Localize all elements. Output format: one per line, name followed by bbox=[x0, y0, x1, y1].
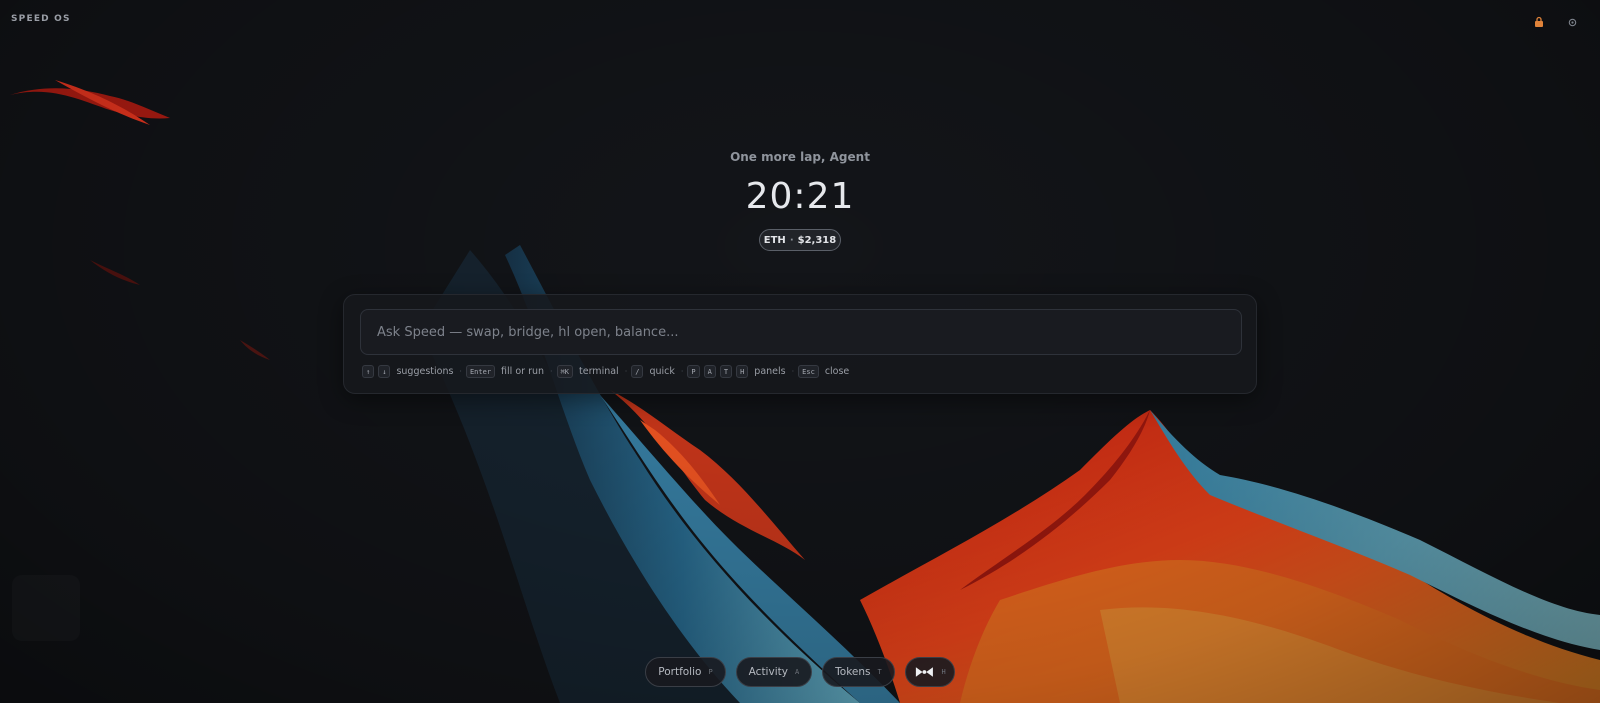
dock-tokens-label: Tokens bbox=[835, 666, 871, 678]
command-palette: Ask Speed — swap, bridge, hl open, balan… bbox=[343, 294, 1257, 394]
hint-separator: · bbox=[680, 367, 684, 376]
key-down: ↓ bbox=[378, 365, 391, 378]
hint-separator: · bbox=[550, 367, 553, 376]
dock-logo-key: H bbox=[941, 668, 946, 676]
hint-panels: panels bbox=[754, 366, 786, 377]
command-input-placeholder: Ask Speed — swap, bridge, hl open, balan… bbox=[377, 324, 679, 340]
keyboard-hints: ↑ ↓ suggestions · Enter fill or run · ⌘K… bbox=[362, 365, 851, 378]
dock-activity-key: A bbox=[794, 668, 800, 676]
dock-activity-button[interactable]: Activity A bbox=[735, 657, 813, 687]
dock-portfolio-key: P bbox=[708, 668, 713, 676]
gear-icon[interactable] bbox=[1567, 13, 1578, 32]
price-value: $2,318 bbox=[797, 234, 837, 246]
key-esc: Esc bbox=[798, 365, 819, 378]
key-h: H bbox=[736, 365, 749, 378]
dock-tokens-button[interactable]: Tokens T bbox=[822, 657, 895, 687]
hint-fill-or-run: fill or run bbox=[501, 366, 545, 377]
key-slash: / bbox=[631, 365, 644, 378]
brand-logo-text: SPEED OS bbox=[11, 14, 71, 24]
key-enter: Enter bbox=[465, 365, 496, 378]
lock-icon[interactable] bbox=[1533, 13, 1545, 32]
desktop-widget-placeholder bbox=[12, 575, 80, 641]
command-input[interactable]: Ask Speed — swap, bridge, hl open, balan… bbox=[360, 309, 1242, 355]
hint-quick: quick bbox=[649, 366, 675, 377]
speed-logo-icon bbox=[915, 667, 933, 677]
key-up: ↑ bbox=[362, 365, 375, 378]
eth-price-badge[interactable]: ETH · $2,318 bbox=[759, 229, 841, 251]
dock-portfolio-label: Portfolio bbox=[658, 666, 702, 678]
hint-separator: · bbox=[459, 367, 462, 376]
greeting-text: One more lap, Agent bbox=[730, 150, 870, 164]
bottom-dock: Portfolio P Activity A Tokens T H bbox=[0, 657, 1600, 687]
dock-tokens-key: T bbox=[877, 668, 882, 676]
dock-portfolio-button[interactable]: Portfolio P bbox=[645, 657, 726, 687]
price-separator: · bbox=[789, 234, 794, 246]
price-symbol: ETH bbox=[763, 234, 786, 246]
key-a: A bbox=[703, 365, 716, 378]
hint-terminal: terminal bbox=[579, 366, 619, 377]
desktop: SPEED OS One more lap, Agent 20:21 ETH ·… bbox=[0, 0, 1600, 703]
key-p: P bbox=[687, 365, 700, 378]
key-t: T bbox=[719, 365, 733, 378]
hint-separator: · bbox=[624, 367, 628, 376]
hint-separator: · bbox=[791, 367, 795, 376]
dock-speed-logo-button[interactable]: H bbox=[904, 657, 955, 687]
key-cmd-k: ⌘K bbox=[556, 365, 573, 378]
hint-suggestions: suggestions bbox=[396, 366, 454, 377]
hint-close: close bbox=[824, 366, 850, 377]
system-tray bbox=[1533, 13, 1578, 32]
clock-time: 20:21 bbox=[745, 176, 855, 217]
dock-activity-label: Activity bbox=[748, 666, 788, 678]
